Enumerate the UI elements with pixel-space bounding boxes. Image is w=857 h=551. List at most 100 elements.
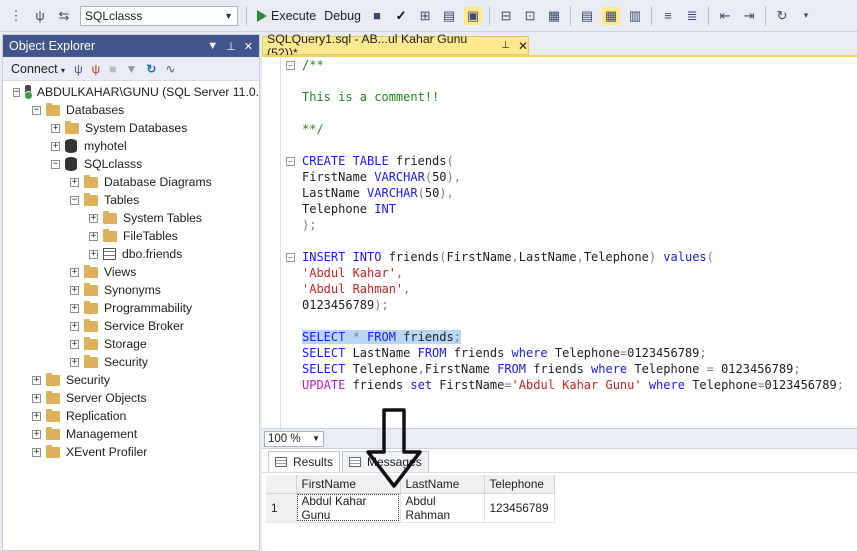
code-line[interactable] [302,73,844,89]
code-line[interactable]: −/** [286,57,844,73]
code-line[interactable]: LastName VARCHAR(50), [302,185,844,201]
tree-node[interactable]: + dbo.friends [3,245,259,263]
decrease-indent-icon[interactable]: ⇤ [716,7,734,25]
tree-node[interactable]: + Security [3,353,259,371]
increase-indent-icon[interactable]: ⇥ [740,7,758,25]
pin-icon[interactable]: ⊥ [501,40,510,51]
close-icon[interactable]: ✕ [518,39,528,53]
results-to-file-icon[interactable]: ▥ [626,7,644,25]
tree-node[interactable]: + myhotel [3,137,259,155]
tree-node[interactable]: + Service Broker [3,317,259,335]
row-number[interactable]: 1 [266,493,297,523]
code-line[interactable]: ); [302,217,844,233]
expand-icon[interactable]: + [32,375,41,385]
debug-button[interactable]: Debug [324,9,361,23]
stop-icon[interactable]: ■ [368,7,386,25]
connect-button[interactable]: Connect ▾ [11,62,65,76]
expand-icon[interactable]: + [32,411,41,421]
expand-icon[interactable]: + [70,177,79,187]
filter-icon[interactable]: ▼ [125,62,137,76]
tree-node[interactable]: + Programmability [3,299,259,317]
activity-monitor-icon[interactable]: ∿ [165,62,175,76]
code-line[interactable] [302,313,844,329]
code-line[interactable]: − CREATE TABLE friends( [286,153,844,169]
expand-icon[interactable]: + [70,339,79,349]
uncomment-icon[interactable]: ≣ [683,7,701,25]
table-row[interactable]: 1 Abdul Kahar Gunu Abdul Rahman 123456789 [266,493,555,523]
collapse-icon[interactable]: − [51,159,60,169]
code-line[interactable]: 0123456789); [302,297,844,313]
disconnect-icon[interactable]: ⇆ [55,7,73,25]
expand-icon[interactable]: + [32,393,41,403]
tree-node[interactable]: + Server Objects [3,389,259,407]
tree-node[interactable]: − ABDULKAHAR\GUNU (SQL Server 11.0. [3,83,259,101]
expand-icon[interactable]: + [89,231,98,241]
parse-check-icon[interactable]: ✓ [392,7,410,25]
code-line[interactable]: SELECT * FROM friends; [302,329,844,345]
collapse-icon[interactable]: − [32,105,41,115]
specify-values-icon[interactable]: ↻ [773,7,791,25]
disconnect-icon[interactable]: ψ [92,62,101,76]
results-to-grid-icon[interactable]: ▣ [464,6,483,25]
expand-icon[interactable]: + [70,357,79,367]
refresh-icon[interactable]: ↻ [146,62,156,76]
query-editor-tab[interactable]: SQLQuery1.sql - AB...ul Kahar Gunu (52))… [262,32,529,60]
tab-results[interactable]: Results [268,451,341,472]
fold-collapse-icon[interactable]: − [286,61,295,70]
stop-icon[interactable]: ■ [109,62,116,76]
expand-icon[interactable]: + [70,267,79,277]
expand-icon[interactable]: + [89,249,98,259]
query-editor[interactable]: −/** This is a comment!! **/ − CREATE TABLE … [262,55,857,428]
query-options-icon[interactable]: ▤ [440,7,458,25]
panel-menu-icon[interactable]: ▼ [207,40,218,53]
expand-icon[interactable]: + [51,141,60,151]
tree-node[interactable]: + Views [3,263,259,281]
expand-icon[interactable]: + [70,285,79,295]
toolbar-overflow-icon[interactable]: ▾ [797,7,815,25]
collapse-icon[interactable]: − [13,87,21,97]
tree-node[interactable]: − SQLclasss [3,155,259,173]
tree-node[interactable]: + Storage [3,335,259,353]
intellisense-icon[interactable]: ⊟ [497,7,515,25]
expand-icon[interactable]: + [51,123,60,133]
results-to-grid-alt-icon[interactable]: ▦ [602,6,621,25]
expand-icon[interactable]: + [70,321,79,331]
code-line[interactable]: FirstName VARCHAR(50), [302,169,844,185]
tree-node[interactable]: − Databases [3,101,259,119]
code-line[interactable]: − INSERT INTO friends(FirstName,LastName,… [286,249,844,265]
fold-collapse-icon[interactable]: − [286,253,295,262]
code-line[interactable]: SELECT Telephone,FirstName FROM friends … [302,361,844,377]
code-area[interactable]: −/** This is a comment!! **/ − CREATE TABLE … [286,57,844,393]
fold-collapse-icon[interactable]: − [286,157,295,166]
code-line[interactable] [302,105,844,121]
tree-node[interactable]: + System Tables [3,209,259,227]
code-line[interactable]: **/ [302,121,844,137]
tree-node[interactable]: − Tables [3,191,259,209]
grid-cell[interactable]: Abdul Kahar Gunu [296,493,401,523]
collapse-icon[interactable]: − [70,195,79,205]
debug-pin-icon[interactable]: ⋮ [7,7,25,25]
tree-node[interactable]: + Replication [3,407,259,425]
execute-button[interactable]: Execute [271,9,316,23]
code-line[interactable]: This is a comment!! [302,89,844,105]
expand-icon[interactable]: + [89,213,98,223]
tree-node[interactable]: + Security [3,371,259,389]
database-select[interactable]: SQLclasss ▼ [80,5,238,26]
include-plan-icon[interactable]: ⊡ [521,7,539,25]
tree-node[interactable]: + Synonyms [3,281,259,299]
code-line[interactable]: 'Abdul Kahar', [302,265,844,281]
display-plan-icon[interactable]: ⊞ [416,7,434,25]
tree-node[interactable]: + XEvent Profiler [3,443,259,461]
grid-cell[interactable]: 123456789 [484,493,555,523]
zoom-select[interactable]: 100 % ▼ [264,430,324,447]
code-line[interactable] [302,137,844,153]
grid-corner[interactable] [266,475,297,494]
client-stats-icon[interactable]: ▦ [545,7,563,25]
connect-icon[interactable]: ψ [31,7,49,25]
comment-out-icon[interactable]: ≡ [659,7,677,25]
tree-node[interactable]: + Database Diagrams [3,173,259,191]
code-line[interactable]: 'Abdul Rahman', [302,281,844,297]
pin-icon[interactable]: ⊥ [226,40,236,53]
code-line[interactable]: Telephone INT [302,201,844,217]
code-line[interactable]: SELECT LastName FROM friends where Telep… [302,345,844,361]
